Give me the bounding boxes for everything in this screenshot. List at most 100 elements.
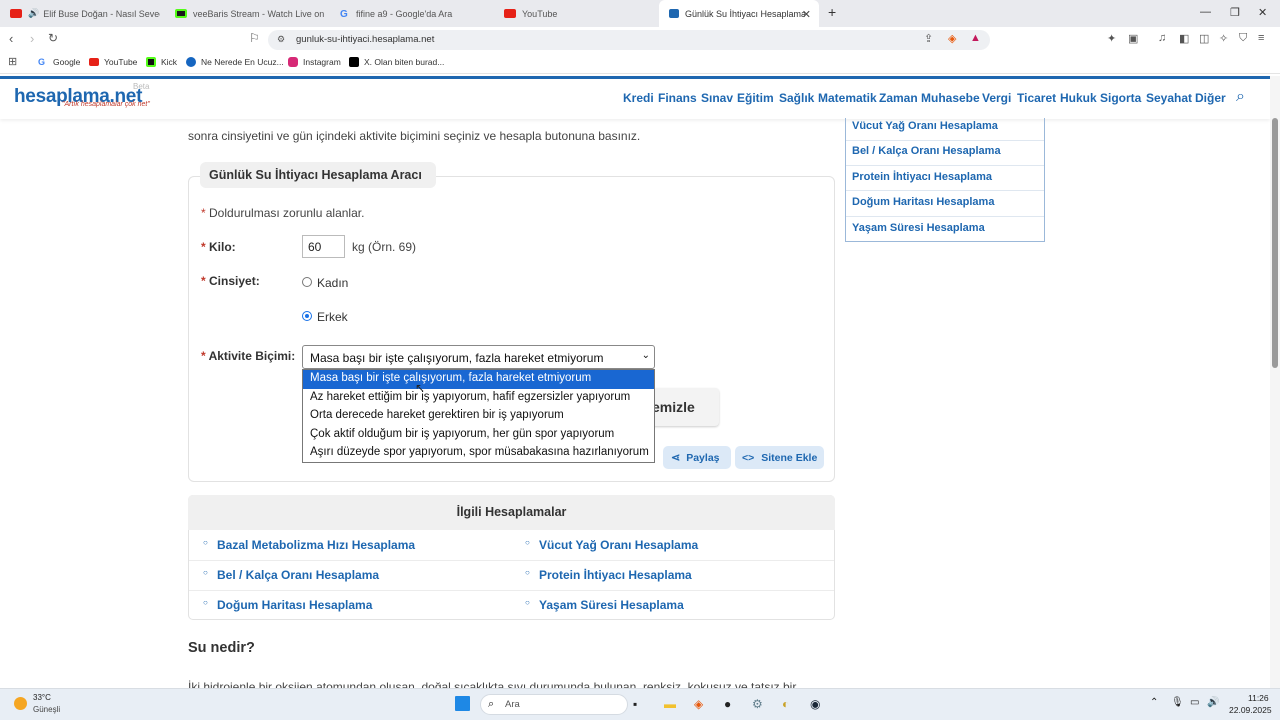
menu-item-matematik[interactable]: Matematik bbox=[818, 91, 877, 105]
menu-item-vergi[interactable]: Vergi bbox=[982, 91, 1011, 105]
embed-button[interactable]: <> Sitene Ekle bbox=[735, 446, 824, 469]
screenshot-icon[interactable]: ▣ bbox=[1128, 32, 1138, 45]
rewards-icon[interactable]: ▲ bbox=[970, 32, 981, 44]
article-heading: Su nedir? bbox=[188, 640, 255, 656]
activity-option[interactable]: Orta derecede hareket gerektiren bir iş … bbox=[303, 407, 654, 426]
related-link[interactable]: Bazal Metabolizma Hızı Hesaplama bbox=[203, 538, 415, 552]
url-text[interactable]: gunluk-su-ihtiyaci.hesaplama.net bbox=[296, 34, 434, 45]
taskbar-search[interactable]: ⌕ Ara bbox=[480, 694, 628, 715]
bookmark-icon[interactable]: ⚐ bbox=[249, 31, 260, 45]
share-button[interactable]: ⋖ Paylaş bbox=[663, 446, 731, 469]
weather-temp[interactable]: 33°C bbox=[33, 693, 51, 702]
file-explorer-icon[interactable]: ▬ bbox=[664, 697, 676, 711]
radio-erkek-label[interactable]: Erkek bbox=[317, 310, 348, 324]
gender-label: * Cinsiyet: bbox=[201, 274, 260, 288]
site-info-icon[interactable]: ⚙ bbox=[277, 34, 285, 45]
menu-item-muhasebe[interactable]: Muhasebe bbox=[921, 91, 980, 105]
reload-icon[interactable]: ↻ bbox=[48, 31, 58, 45]
sun-icon[interactable] bbox=[14, 697, 27, 710]
sidebar-link[interactable]: Doğum Haritası Hesaplama bbox=[852, 196, 994, 208]
sidebar-link[interactable]: Protein İhtiyacı Hesaplama bbox=[852, 171, 992, 183]
menu-item-diğer[interactable]: Diğer bbox=[1195, 91, 1226, 105]
radio-kadin[interactable] bbox=[302, 277, 312, 287]
menu-item-finans[interactable]: Finans bbox=[658, 91, 697, 105]
bookmark-instagram[interactable]: Instagram bbox=[288, 57, 341, 67]
microphone-icon[interactable]: 🎙 bbox=[1171, 697, 1184, 708]
bookmark-x[interactable]: X. Olan biten burad... bbox=[349, 57, 444, 67]
radio-kadin-label[interactable]: Kadın bbox=[317, 276, 348, 290]
search-icon[interactable]: ⌕ bbox=[1236, 88, 1245, 106]
related-link[interactable]: Vücut Yağ Oranı Hesaplama bbox=[525, 538, 698, 552]
activity-option[interactable]: Az hareket ettiğim bir iş yapıyorum, haf… bbox=[303, 389, 654, 408]
activity-option[interactable]: Çok aktif olduğum bir iş yapıyorum, her … bbox=[303, 426, 654, 445]
related-link[interactable]: Doğum Haritası Hesaplama bbox=[203, 598, 372, 612]
minimize-button[interactable]: — bbox=[1200, 6, 1211, 18]
bookmark-label: Google bbox=[53, 57, 81, 67]
bookmark-kick[interactable]: Kick bbox=[146, 57, 177, 67]
kilo-input[interactable]: 60 bbox=[302, 235, 345, 258]
leo-ai-icon[interactable]: ✧ bbox=[1219, 32, 1228, 45]
network-icon[interactable]: ▭ bbox=[1190, 697, 1199, 708]
back-icon[interactable]: ‹ bbox=[9, 31, 13, 46]
close-tab-icon[interactable]: ✕ bbox=[802, 8, 811, 21]
tab-bar: 🔊 Elif Buse Doğan - Nasıl Seveceğim veeB… bbox=[0, 0, 1280, 27]
kick-icon bbox=[175, 9, 187, 18]
share-page-icon[interactable]: ⇪ bbox=[924, 32, 933, 45]
radio-erkek[interactable] bbox=[302, 311, 312, 321]
maximize-button[interactable]: ❐ bbox=[1230, 6, 1240, 19]
calculator-title: Günlük Su İhtiyacı Hesaplama Aracı bbox=[200, 162, 436, 188]
tab-google-search[interactable]: G fifine a9 - Google'da Ara bbox=[330, 0, 490, 27]
menu-item-seyahat[interactable]: Seyahat bbox=[1146, 91, 1192, 105]
chevron-up-icon[interactable]: ⌃ bbox=[1150, 697, 1158, 708]
youtube-icon bbox=[504, 9, 516, 18]
menu-item-eğitim[interactable]: Eğitim bbox=[737, 91, 774, 105]
windows-start-icon[interactable] bbox=[455, 696, 470, 711]
brave-shield-icon[interactable]: ◈ bbox=[948, 32, 956, 45]
clock-time[interactable]: 11:26 bbox=[1248, 693, 1269, 703]
menu-icon[interactable]: ≡ bbox=[1258, 32, 1264, 44]
activity-select[interactable]: Masa başı bir işte çalışıyorum, fazla ha… bbox=[302, 345, 655, 369]
tab-youtube[interactable]: YouTube bbox=[494, 0, 654, 27]
menu-item-sigorta[interactable]: Sigorta bbox=[1100, 91, 1141, 105]
sidebar-link[interactable]: Yaşam Süresi Hesaplama bbox=[852, 222, 985, 234]
menu-item-ticaret[interactable]: Ticaret bbox=[1017, 91, 1056, 105]
bookmark-nenerede[interactable]: Ne Nerede En Ucuz... bbox=[186, 57, 284, 67]
new-tab-button[interactable]: + bbox=[828, 4, 836, 20]
volume-icon[interactable]: 🔊 bbox=[1207, 697, 1219, 708]
menu-item-hukuk[interactable]: Hukuk bbox=[1060, 91, 1097, 105]
activity-option[interactable]: Masa başı bir işte çalışıyorum, fazla ha… bbox=[303, 370, 654, 389]
menu-item-zaman[interactable]: Zaman bbox=[879, 91, 918, 105]
scrollbar-thumb[interactable] bbox=[1272, 118, 1278, 368]
sidebar-link[interactable]: Vücut Yağ Oranı Hesaplama bbox=[852, 120, 998, 132]
steam-icon[interactable]: ◉ bbox=[810, 697, 820, 711]
menu-item-kredi[interactable]: Kredi bbox=[623, 91, 654, 105]
extensions-icon[interactable]: ✦ bbox=[1107, 32, 1116, 45]
activity-option[interactable]: Aşırı düzeyde spor yapıyorum, spor müsab… bbox=[303, 444, 654, 463]
bookmark-google[interactable]: G Google bbox=[38, 57, 80, 67]
bookmark-youtube[interactable]: YouTube bbox=[89, 57, 137, 67]
vpn-icon[interactable]: ⛉ bbox=[1239, 32, 1247, 45]
menu-item-sınav[interactable]: Sınav bbox=[701, 91, 733, 105]
forward-icon[interactable]: › bbox=[30, 31, 34, 46]
settings-icon[interactable]: ⚙ bbox=[752, 697, 763, 711]
app-icon[interactable]: ● bbox=[724, 697, 731, 711]
tab-kick[interactable]: veeBaris Stream - Watch Live on Kick bbox=[165, 0, 325, 27]
close-window-button[interactable]: ✕ bbox=[1258, 6, 1267, 19]
app-icon[interactable]: ◐ bbox=[782, 697, 789, 711]
brave-browser-icon[interactable]: ◈ bbox=[694, 697, 703, 711]
tab-youtube-music[interactable]: 🔊 Elif Buse Doğan - Nasıl Seveceğim bbox=[0, 0, 160, 27]
weather-desc[interactable]: Güneşli bbox=[33, 705, 60, 714]
speaker-icon[interactable]: 🔊 bbox=[28, 8, 39, 19]
media-icon[interactable]: ♫ bbox=[1158, 32, 1166, 44]
tab-hesaplama-active[interactable]: Günlük Su İhtiyacı Hesaplama - H ✕ bbox=[659, 0, 819, 27]
related-link[interactable]: Bel / Kalça Oranı Hesaplama bbox=[203, 568, 379, 582]
task-view-icon[interactable]: ▪ bbox=[633, 697, 637, 711]
clock-date[interactable]: 22.09.2025 bbox=[1229, 705, 1272, 715]
related-link[interactable]: Yaşam Süresi Hesaplama bbox=[525, 598, 684, 612]
apps-grid-icon[interactable]: ⊞ bbox=[8, 55, 17, 68]
sidebar-link[interactable]: Bel / Kalça Oranı Hesaplama bbox=[852, 145, 1001, 157]
wallet-icon[interactable]: ◫ bbox=[1199, 32, 1209, 45]
menu-item-sağlık[interactable]: Sağlık bbox=[779, 91, 814, 105]
sidebar-icon[interactable]: ◧ bbox=[1179, 32, 1189, 45]
related-link[interactable]: Protein İhtiyacı Hesaplama bbox=[525, 568, 692, 582]
